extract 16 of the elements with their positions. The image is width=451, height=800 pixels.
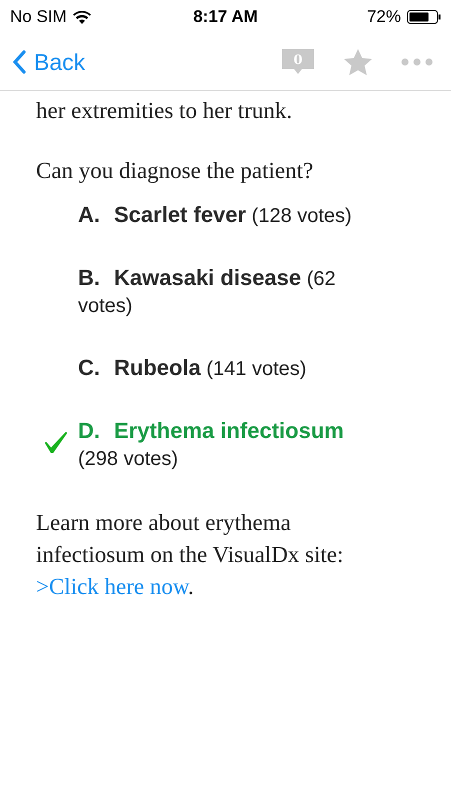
answer-option[interactable]: A. Scarlet fever (128 votes) [78,201,385,230]
answer-option[interactable]: D. Erythema infectiosum (298 votes) [78,417,385,473]
answer-option[interactable]: C. Rubeola (141 votes) [78,354,385,383]
learn-more-text: Learn more about erythema infectiosum on the VisualDx site: >Click here now. [36,509,344,601]
star-icon[interactable] [343,48,373,76]
answer-option[interactable]: B. Kawasaki disease (62 votes) [78,264,385,320]
wifi-icon [72,10,91,24]
more-icon[interactable] [401,58,433,66]
intro-text: her extremities to her trunk. [36,97,294,125]
carrier-label: No SIM [10,7,67,27]
clock: 8:17 AM [193,7,258,27]
check-icon [44,431,68,453]
battery-icon [407,10,441,24]
battery-percent: 72% [366,7,401,27]
question-text: Can you diagnose the patient? [36,157,314,185]
chevron-icon [12,50,26,74]
